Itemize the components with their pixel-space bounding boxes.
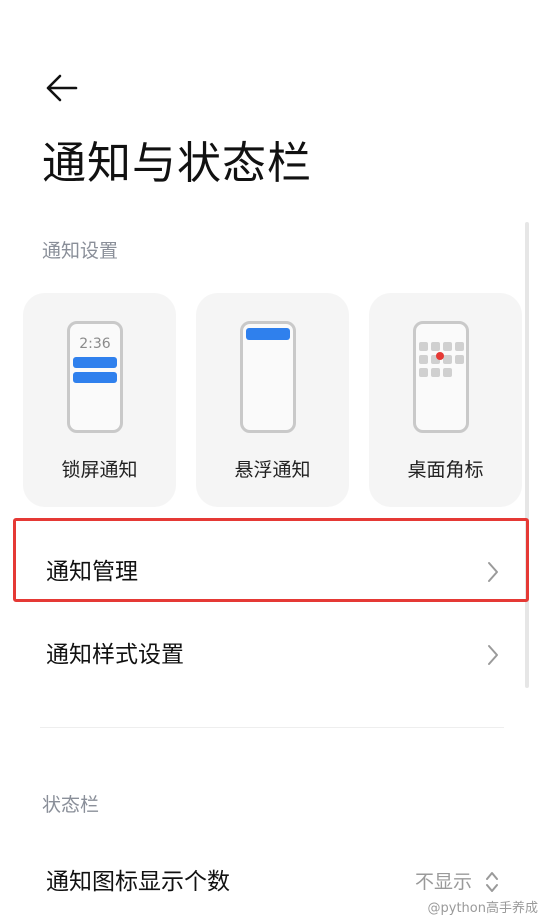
app-icon-placeholder [431,368,440,377]
page-title: 通知与状态栏 [42,138,312,189]
badge-dot [436,352,444,360]
arrow-left-icon [46,74,78,102]
app-icon-placeholder [455,342,464,351]
preview-notification-bar [73,357,117,368]
floating-preview-icon [240,321,296,433]
watermark: @python高手养成 [427,901,538,916]
card-label: 桌面角标 [407,459,484,481]
card-floating-notification[interactable]: 悬浮通知 [196,293,349,507]
card-desktop-badge[interactable]: 桌面角标 [369,293,522,507]
app-icon-placeholder [443,355,452,364]
back-button[interactable] [40,68,84,108]
highlight-box [13,518,529,602]
app-icon-placeholder [431,342,440,351]
row-label: 通知样式设置 [46,642,184,668]
app-icon-placeholder [419,342,428,351]
card-lock-screen-notification[interactable]: 2:36 锁屏通知 [23,293,176,507]
app-icon-placeholder [419,355,428,364]
card-label: 悬浮通知 [234,459,311,481]
row-notification-style-settings[interactable]: 通知样式设置 [0,617,550,693]
app-icon-placeholder [419,368,428,377]
chevron-right-icon [488,645,498,665]
preview-clock: 2:36 [79,336,111,352]
lock-screen-preview-icon: 2:36 [67,321,123,433]
desktop-badge-preview-icon [413,321,469,433]
app-icon-placeholder [443,368,452,377]
preview-notification-bar [73,372,117,383]
card-label: 锁屏通知 [61,459,138,481]
section-label-notification-settings: 通知设置 [42,240,119,262]
divider [40,727,504,728]
stepper-up-down-icon[interactable] [484,869,500,895]
app-icon-placeholder [443,342,452,351]
app-icon-placeholder [455,355,464,364]
preview-notification-bar [246,328,290,340]
row-label: 通知图标显示个数 [46,869,230,895]
section-label-status-bar: 状态栏 [42,794,100,816]
